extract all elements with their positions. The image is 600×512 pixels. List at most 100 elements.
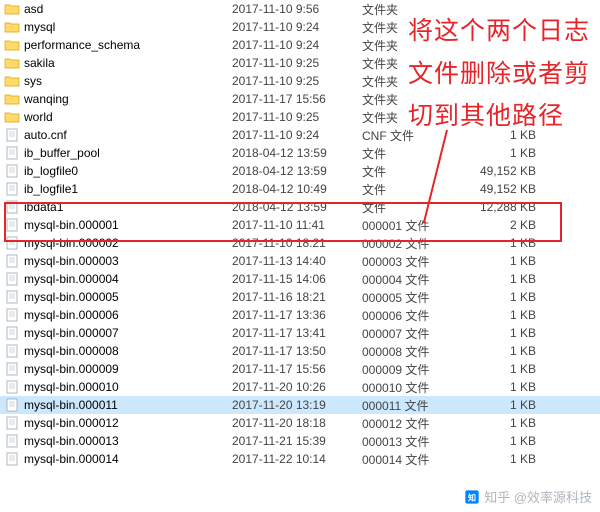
file-row[interactable]: auto.cnf2017-11-10 9:24CNF 文件1 KB: [0, 126, 600, 144]
file-row[interactable]: world2017-11-10 9:25文件夹: [0, 108, 600, 126]
file-size: 1 KB: [466, 362, 546, 376]
file-size: 49,152 KB: [466, 182, 546, 196]
file-row[interactable]: sys2017-11-10 9:25文件夹: [0, 72, 600, 90]
file-name: mysql-bin.000005: [24, 290, 119, 304]
file-date: 2017-11-16 18:21: [232, 290, 362, 304]
folder-icon: [4, 92, 20, 106]
file-name-cell: ib_logfile1: [4, 182, 232, 196]
file-size: 1 KB: [466, 236, 546, 250]
file-name: performance_schema: [24, 38, 140, 52]
file-date: 2017-11-17 15:56: [232, 362, 362, 376]
file-name: auto.cnf: [24, 128, 67, 142]
file-size: 1 KB: [466, 434, 546, 448]
file-date: 2018-04-12 13:59: [232, 164, 362, 178]
file-name: mysql-bin.000004: [24, 272, 119, 286]
folder-icon: [4, 20, 20, 34]
file-type: CNF 文件: [362, 127, 466, 144]
file-type: 文件: [362, 145, 466, 162]
file-row[interactable]: mysql-bin.0000022017-11-10 18:21000002 文…: [0, 234, 600, 252]
file-date: 2018-04-12 13:59: [232, 200, 362, 214]
folder-icon: [4, 56, 20, 70]
file-type: 文件: [362, 181, 466, 198]
file-name-cell: ib_buffer_pool: [4, 146, 232, 160]
file-type: 文件: [362, 163, 466, 180]
file-row[interactable]: ib_logfile12018-04-12 10:49文件49,152 KB: [0, 180, 600, 198]
file-size: 1 KB: [466, 344, 546, 358]
file-icon: [4, 164, 20, 178]
folder-icon: [4, 74, 20, 88]
file-date: 2017-11-15 14:06: [232, 272, 362, 286]
file-row[interactable]: sakila2017-11-10 9:25文件夹: [0, 54, 600, 72]
file-row[interactable]: wanqing2017-11-17 15:56文件夹: [0, 90, 600, 108]
file-row[interactable]: mysql-bin.0000042017-11-15 14:06000004 文…: [0, 270, 600, 288]
file-type: 000014 文件: [362, 451, 466, 468]
file-row[interactable]: ib_logfile0 2018-04-12 13:59文件49,152 KB: [0, 162, 600, 180]
file-name-cell: sakila: [4, 56, 232, 70]
file-icon: [4, 182, 20, 196]
file-type: 000002 文件: [362, 235, 466, 252]
file-name: mysql-bin.000013: [24, 434, 119, 448]
file-row[interactable]: mysql-bin.0000112017-11-20 13:19000011 文…: [0, 396, 600, 414]
file-name-cell: asd: [4, 2, 232, 16]
file-row[interactable]: mysql-bin.0000062017-11-17 13:36000006 文…: [0, 306, 600, 324]
file-icon: [4, 434, 20, 448]
file-row[interactable]: mysql-bin.0000122017-11-20 18:18000012 文…: [0, 414, 600, 432]
folder-icon: [4, 38, 20, 52]
file-row[interactable]: ibdata12018-04-12 13:59文件12,288 KB: [0, 198, 600, 216]
file-name-cell: mysql-bin.000009: [4, 362, 232, 376]
file-row[interactable]: mysql-bin.0000102017-11-20 10:26000010 文…: [0, 378, 600, 396]
file-date: 2017-11-10 9:25: [232, 74, 362, 88]
file-name-cell: auto.cnf: [4, 128, 232, 142]
file-row[interactable]: mysql-bin.0000032017-11-13 14:40000003 文…: [0, 252, 600, 270]
file-name-cell: mysql-bin.000014: [4, 452, 232, 466]
file-name-cell: sys: [4, 74, 232, 88]
file-row[interactable]: mysql-bin.0000142017-11-22 10:14000014 文…: [0, 450, 600, 468]
zhihu-icon: 知: [464, 489, 480, 505]
folder-icon: [4, 2, 20, 16]
file-name: mysql-bin.000007: [24, 326, 119, 340]
file-row[interactable]: ib_buffer_pool2018-04-12 13:59文件1 KB: [0, 144, 600, 162]
file-date: 2017-11-10 9:25: [232, 110, 362, 124]
file-date: 2017-11-10 18:21: [232, 236, 362, 250]
file-name-cell: mysql-bin.000004: [4, 272, 232, 286]
file-name-cell: mysql-bin.000013: [4, 434, 232, 448]
file-type: 000011 文件: [362, 397, 466, 414]
file-name: mysql: [24, 20, 55, 34]
file-row[interactable]: asd2017-11-10 9:56文件夹: [0, 0, 600, 18]
file-row[interactable]: mysql-bin.0000012017-11-10 11:41000001 文…: [0, 216, 600, 234]
file-name-cell: mysql-bin.000011: [4, 398, 232, 412]
file-name: ib_logfile0: [24, 164, 78, 178]
file-row[interactable]: mysql-bin.0000082017-11-17 13:50000008 文…: [0, 342, 600, 360]
file-type: 文件夹: [362, 1, 466, 18]
file-row[interactable]: mysql-bin.0000052017-11-16 18:21000005 文…: [0, 288, 600, 306]
file-name: sakila: [24, 56, 55, 70]
file-name: mysql-bin.000014: [24, 452, 119, 466]
file-size: 1 KB: [466, 272, 546, 286]
file-size: 2 KB: [466, 218, 546, 232]
file-row[interactable]: performance_schema2017-11-10 9:24文件夹: [0, 36, 600, 54]
file-size: 49,152 KB: [466, 164, 546, 178]
file-row[interactable]: mysql-bin.0000132017-11-21 15:39000013 文…: [0, 432, 600, 450]
file-icon: [4, 452, 20, 466]
file-type: 000007 文件: [362, 325, 466, 342]
file-icon: [4, 272, 20, 286]
file-name-cell: mysql-bin.000003: [4, 254, 232, 268]
file-type: 文件夹: [362, 109, 466, 126]
file-size: 1 KB: [466, 416, 546, 430]
file-name: mysql-bin.000011: [24, 398, 118, 412]
file-name-cell: wanqing: [4, 92, 232, 106]
file-icon: [4, 416, 20, 430]
file-icon: [4, 128, 20, 142]
file-name-cell: mysql-bin.000006: [4, 308, 232, 322]
file-name-cell: mysql-bin.000012: [4, 416, 232, 430]
file-type: 000009 文件: [362, 361, 466, 378]
file-date: 2017-11-10 9:24: [232, 128, 362, 142]
file-type: 文件夹: [362, 19, 466, 36]
file-row[interactable]: mysql-bin.0000072017-11-17 13:41000007 文…: [0, 324, 600, 342]
file-row[interactable]: mysql-bin.0000092017-11-17 15:56000009 文…: [0, 360, 600, 378]
file-name-cell: mysql-bin.000010: [4, 380, 232, 394]
file-size: 1 KB: [466, 326, 546, 340]
file-icon: [4, 380, 20, 394]
watermark-text: 知乎 @效率源科技: [484, 487, 592, 506]
file-row[interactable]: mysql2017-11-10 9:24文件夹: [0, 18, 600, 36]
